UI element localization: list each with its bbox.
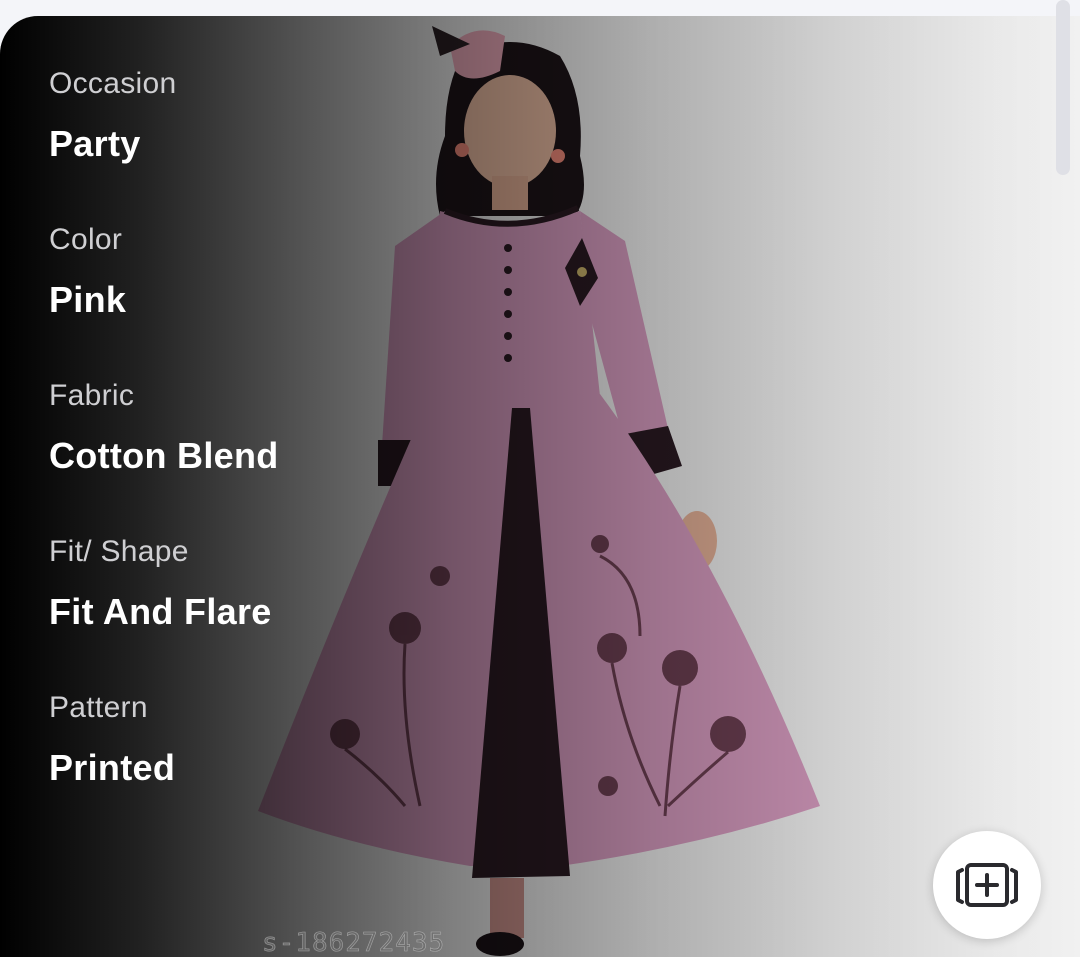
top-strip — [0, 0, 1080, 16]
product-detail-screen: Occasion Party Color Pink Fabric Cotton … — [0, 0, 1080, 957]
detail-occasion: Occasion Party — [49, 64, 409, 220]
add-to-collection-button[interactable] — [933, 831, 1041, 939]
vertical-scrollbar[interactable] — [1056, 0, 1070, 175]
detail-value-fit-shape: Fit And Flare — [49, 591, 272, 632]
detail-fabric: Fabric Cotton Blend — [49, 376, 409, 532]
product-details-list: Occasion Party Color Pink Fabric Cotton … — [49, 64, 409, 844]
detail-fit-shape: Fit/ Shape Fit And Flare — [49, 532, 409, 688]
detail-value-occasion: Party — [49, 123, 141, 164]
detail-label-occasion: Occasion — [49, 67, 177, 100]
add-to-collection-icon — [956, 863, 1018, 907]
detail-color: Color Pink — [49, 220, 409, 376]
detail-value-color: Pink — [49, 279, 127, 320]
detail-label-fabric: Fabric — [49, 379, 135, 412]
detail-pattern: Pattern Printed — [49, 688, 409, 844]
product-id-watermark: s-186272435 — [262, 928, 446, 957]
detail-label-color: Color — [49, 223, 123, 256]
detail-label-pattern: Pattern — [49, 691, 148, 724]
detail-value-fabric: Cotton Blend — [49, 435, 279, 476]
product-image-card[interactable]: Occasion Party Color Pink Fabric Cotton … — [0, 16, 1080, 957]
detail-value-pattern: Printed — [49, 747, 176, 788]
detail-label-fit-shape: Fit/ Shape — [49, 535, 189, 568]
